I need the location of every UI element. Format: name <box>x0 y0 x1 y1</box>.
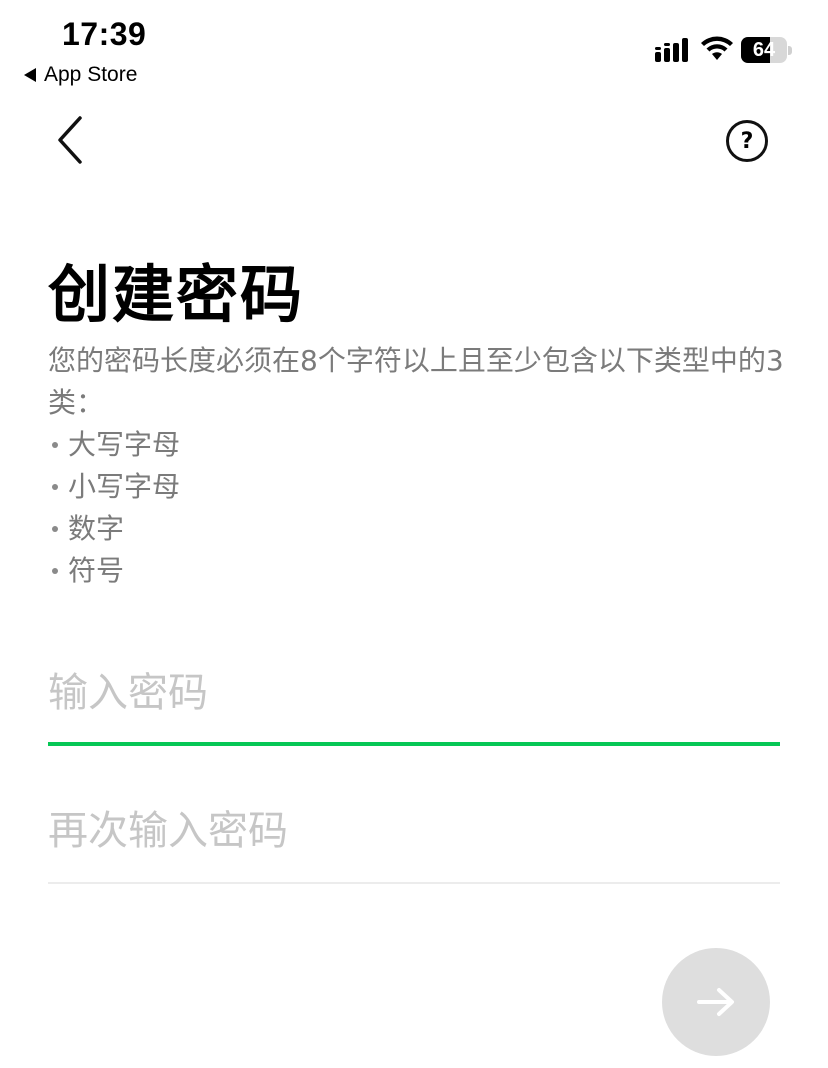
question-mark-icon: ? <box>740 128 754 154</box>
confirm-password-input[interactable] <box>48 808 780 854</box>
battery-icon: 64 <box>741 37 793 63</box>
battery-level: 64 <box>752 39 776 61</box>
arrow-right-icon <box>697 988 734 1016</box>
wifi-icon <box>701 36 733 60</box>
next-button[interactable] <box>662 948 770 1056</box>
bullet-icon <box>52 526 58 532</box>
list-item: 小写字母 <box>48 466 180 508</box>
password-field-container <box>48 670 780 746</box>
bullet-icon <box>52 484 58 490</box>
bullet-icon <box>52 568 58 574</box>
signal-bars-icon <box>655 38 688 62</box>
list-item: 大写字母 <box>48 424 180 466</box>
help-button[interactable]: ? <box>726 120 768 162</box>
bullet-icon <box>52 442 58 448</box>
requirements-list: 大写字母 小写字母 数字 符号 <box>48 424 180 592</box>
status-time: 17:39 <box>62 16 147 52</box>
password-input[interactable] <box>48 670 780 716</box>
back-to-app-store[interactable]: App Store <box>24 63 137 87</box>
confirm-password-field-container <box>48 808 780 884</box>
page-title: 创建密码 <box>48 258 305 331</box>
back-app-label: App Store <box>44 63 138 86</box>
back-triangle-icon <box>24 68 36 82</box>
chevron-left-icon[interactable] <box>50 112 90 168</box>
list-item: 数字 <box>48 508 180 550</box>
list-item: 符号 <box>48 550 180 592</box>
password-requirements-description: 您的密码长度必须在8个字符以上且至少包含以下类型中的3类： <box>48 344 784 419</box>
